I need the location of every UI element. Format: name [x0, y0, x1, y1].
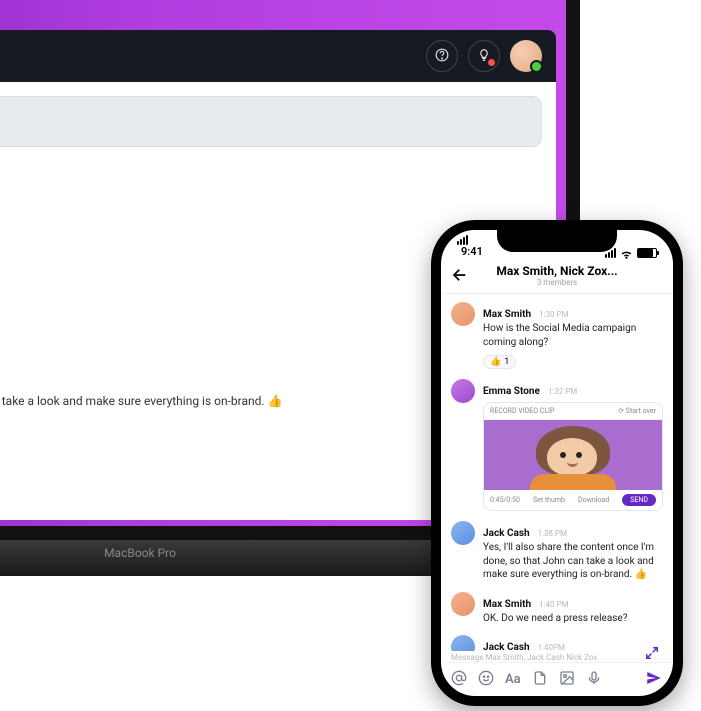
- sender-name: Max Smith: [483, 599, 531, 610]
- reaction-count: 1: [504, 357, 509, 367]
- reaction-chip[interactable]: 👍 1: [483, 355, 516, 369]
- video-card-start-over[interactable]: ⟳ Start over: [618, 407, 656, 415]
- battery-icon: [637, 248, 657, 258]
- desktop-topbar: Search Happy Media: [0, 30, 556, 82]
- expand-button[interactable]: [641, 642, 663, 664]
- help-button[interactable]: [426, 40, 458, 72]
- mic-icon[interactable]: [586, 670, 602, 690]
- user-avatar[interactable]: [510, 40, 542, 72]
- attach-file-icon[interactable]: [532, 670, 548, 690]
- video-card-label: RECORD VIDEO CLIP: [490, 407, 554, 415]
- avatar[interactable]: [451, 302, 475, 326]
- message-row: 1:30 PM Social Media campaign coming alo…: [0, 161, 542, 206]
- phone-chat-title: Max Smith, Nick Zox...: [496, 264, 617, 278]
- message-timestamp: 1:30 PM: [0, 161, 542, 172]
- phone-notch: [497, 230, 617, 252]
- message-timestamp: 1:38 PM: [538, 529, 567, 538]
- avatar[interactable]: [451, 379, 475, 403]
- phone-mockup: 9:41 Max Smith, Nick Zox... 3 members M: [431, 220, 683, 706]
- video-thumbnail: [484, 420, 662, 490]
- avatar[interactable]: [451, 635, 475, 651]
- message-row: Max Smith 1:40 PM OK. Do we need a press…: [451, 592, 663, 626]
- video-set-thumb[interactable]: Set thumb: [533, 496, 565, 504]
- sender-name: Jack Cash: [483, 642, 530, 651]
- notification-dot-icon: [488, 59, 495, 66]
- chat-header[interactable]: h, Nick Zox...: [0, 96, 542, 147]
- message-text: OK. Do we need a press release?: [483, 612, 663, 626]
- video-time: 0:45/0:50: [490, 496, 520, 504]
- help-icon: [435, 47, 449, 66]
- phone-screen: 9:41 Max Smith, Nick Zox... 3 members M: [441, 230, 673, 696]
- image-icon[interactable]: [559, 670, 575, 690]
- emoji-icon[interactable]: [478, 670, 494, 690]
- message-text: Yes, I'll also share the content once I'…: [483, 541, 663, 582]
- message-row: Jack Cash 1:38 PM Yes, I'll also share t…: [451, 521, 663, 582]
- message-timestamp: 1:30 PM: [539, 310, 568, 319]
- status-time: 9:41: [461, 245, 483, 258]
- signal-icon: [457, 235, 483, 245]
- message-row: Max Smith 1:30 PM How is the Social Medi…: [451, 302, 663, 369]
- text-format-icon[interactable]: Aa: [505, 672, 521, 687]
- video-clip-card[interactable]: RECORD VIDEO CLIP ⟳ Start over 0:45/0:50…: [483, 402, 663, 511]
- laptop-label: MacBook Pro: [104, 546, 176, 560]
- message-text: Social Media campaign coming along?: [0, 174, 542, 188]
- wifi-icon: [620, 248, 633, 258]
- send-button[interactable]: [645, 669, 663, 691]
- phone-chat-subtitle: 3 members: [537, 278, 577, 287]
- sender-name: Max Smith: [483, 309, 531, 320]
- message-text: How is the Social Media campaign coming …: [483, 322, 663, 349]
- sender-name: Emma Stone: [483, 386, 540, 397]
- message-row: Emma Stone 1:32 PM RECORD VIDEO CLIP ⟳ S…: [451, 379, 663, 511]
- video-download[interactable]: Download: [578, 496, 609, 504]
- thumbs-up-icon: 👍: [490, 357, 501, 367]
- avatar[interactable]: [451, 592, 475, 616]
- message-timestamp: 1:40 PM: [539, 600, 568, 609]
- cartoon-avatar-illustration: [528, 422, 618, 490]
- phone-compose-bar[interactable]: Aa: [441, 662, 673, 696]
- sender-name: Jack Cash: [483, 528, 530, 539]
- message-row: Jack Cash 1:40PM pressrealice_May2021 11…: [451, 635, 663, 651]
- topbar-actions: [426, 40, 542, 72]
- back-button[interactable]: [451, 266, 469, 288]
- compose-placeholder: Message Max Smith, Jack Cash Nick Zox: [441, 653, 673, 662]
- phone-chat-body: Max Smith 1:30 PM How is the Social Medi…: [441, 294, 673, 651]
- avatar[interactable]: [451, 521, 475, 545]
- phone-chat-header: Max Smith, Nick Zox... 3 members: [441, 260, 673, 294]
- message-timestamp: 1:32 PM: [548, 387, 577, 396]
- mention-icon[interactable]: [451, 670, 467, 690]
- notifications-button[interactable]: [468, 40, 500, 72]
- message-timestamp: 1:40PM: [538, 643, 565, 651]
- video-send-button[interactable]: SEND: [622, 494, 656, 506]
